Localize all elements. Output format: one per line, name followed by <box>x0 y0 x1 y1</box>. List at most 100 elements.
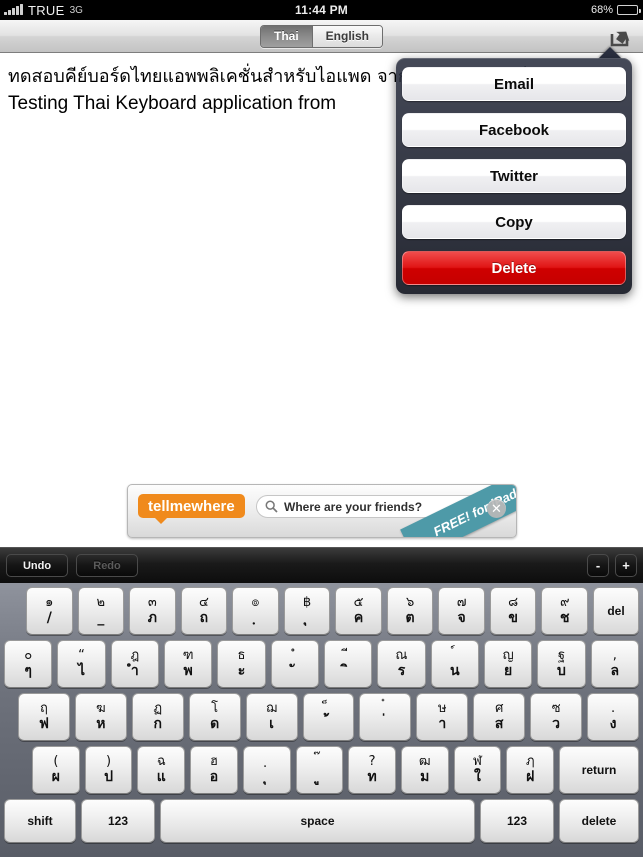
key-top-label: ๑ <box>45 595 54 610</box>
key-row2-6[interactable]: ี ิ <box>323 640 373 688</box>
key-shift[interactable]: shift <box>4 799 76 843</box>
key-bottom-label: ป <box>104 769 113 785</box>
key-top-label: ๒ <box>96 595 106 610</box>
key-row1-8[interactable]: ๗ จ <box>438 587 485 635</box>
key-row3-7[interactable]: ษ า <box>416 693 469 741</box>
key-row3-0[interactable]: ฤ ฟ <box>18 693 70 741</box>
key-row1-2[interactable]: ๓ ภ <box>129 587 176 635</box>
key-row2-5[interactable]: ํ ั <box>270 640 319 688</box>
key-row3-4[interactable]: ฌ เ <box>245 693 298 741</box>
key-top-label: ฆ <box>96 701 106 716</box>
key-row1-4[interactable]: ๏ ฺ <box>232 587 279 635</box>
keyboard-row-3: ฤ ฟ ฆ ห ฏ ก โ ด ฌ เ ็ ้ <box>4 693 639 741</box>
key-row3-1[interactable]: ฆ ห <box>74 693 127 741</box>
key-space[interactable]: space <box>160 799 475 843</box>
font-increase-button[interactable]: + <box>615 554 637 577</box>
key-row3-2[interactable]: ฏ ก <box>131 693 184 741</box>
segment-english[interactable]: English <box>311 25 382 47</box>
key-row2-3[interactable]: ฑ พ <box>163 640 213 688</box>
key-top-label: โ <box>211 701 219 716</box>
key-bottom-label: บ <box>557 663 566 679</box>
key-bottom-label: ม <box>420 769 430 785</box>
ad-brand-part1: tell <box>148 497 170 515</box>
key-row4-1[interactable]: ) ป <box>84 746 133 794</box>
key-bottom-label: จ <box>457 610 466 626</box>
key-row2-7[interactable]: ณ ร <box>377 640 426 688</box>
key-bottom-label: / <box>46 610 52 626</box>
key-row4-3[interactable]: ฮ อ <box>190 746 238 794</box>
key-top-label: , <box>612 648 617 663</box>
action-email-button[interactable]: Email <box>402 67 626 101</box>
action-copy-button[interactable]: Copy <box>402 205 626 239</box>
key-row1-10[interactable]: ๙ ช <box>541 587 589 635</box>
ad-close-button[interactable]: ✕ <box>487 499 506 518</box>
key-row2-0[interactable]: ๐ ๆ <box>4 640 53 688</box>
key-top-label: ฿ <box>302 595 312 610</box>
action-facebook-button[interactable]: Facebook <box>402 113 626 147</box>
key-top-label: ? <box>368 754 376 769</box>
key-row2-8[interactable]: ์ น <box>430 640 479 688</box>
segment-thai[interactable]: Thai <box>260 25 312 47</box>
keyboard-row-1: ๑ / ๒ _ ๓ ภ ๔ ถ ๏ ฺ ฿ ุ <box>4 587 640 635</box>
key-row3-8[interactable]: ศ ส <box>473 693 526 741</box>
key-bottom-label: ะ <box>237 663 246 679</box>
key-bottom-label: า <box>438 716 447 732</box>
key-row4-6[interactable]: ? ท <box>348 746 396 794</box>
key-row2-9[interactable]: ญ ย <box>483 640 533 688</box>
key-bottom-label: ง <box>609 716 617 732</box>
key-row4-5[interactable]: ๊ ู <box>295 746 344 794</box>
key-row2-10[interactable]: ฐ บ <box>537 640 586 688</box>
ad-brand-logo[interactable]: tell me where <box>138 494 245 524</box>
action-twitter-button[interactable]: Twitter <box>402 159 626 193</box>
redo-button[interactable]: Redo <box>76 554 138 577</box>
font-decrease-button[interactable]: - <box>587 554 609 577</box>
key-row4-7[interactable]: ฒ ม <box>400 746 449 794</box>
share-button[interactable] <box>605 23 637 50</box>
key-row2-1[interactable]: “ ไ <box>57 640 106 688</box>
key-numeric-right[interactable]: 123 <box>480 799 554 843</box>
key-row1-3[interactable]: ๔ ถ <box>180 587 228 635</box>
key-top-label: ) <box>106 754 112 769</box>
key-numeric-left[interactable]: 123 <box>81 799 155 843</box>
key-row3-10[interactable]: . ง <box>587 693 639 741</box>
key-row4-0[interactable]: ( ผ <box>32 746 80 794</box>
key-row3-5[interactable]: ็ ้ <box>302 693 355 741</box>
key-top-label: ฐ <box>557 648 566 663</box>
key-row3-9[interactable]: ซ ว <box>530 693 583 741</box>
key-bottom-label: ฟ <box>38 716 49 732</box>
language-segmented-control[interactable]: Thai English <box>259 24 383 48</box>
undo-button[interactable]: Undo <box>6 554 68 577</box>
key-top-label: ๙ <box>559 595 570 610</box>
key-row1-7[interactable]: ๖ ต <box>386 587 434 635</box>
key-row2-2[interactable]: ฎ ำ <box>110 640 159 688</box>
key-bottom-label: เ <box>269 716 274 732</box>
key-row1-0[interactable]: ๑ / <box>26 587 73 635</box>
keyboard-row-4: ( ผ ) ป ฉ แ ฮ อ ฺ ุ ๊ ู <box>4 746 640 794</box>
ad-brand-part3: where <box>191 497 235 515</box>
key-row3-3[interactable]: โ ด <box>188 693 241 741</box>
key-top-label: ฌ <box>266 701 278 716</box>
ad-banner[interactable]: tell me where Where are your friends? FREE… <box>127 484 517 538</box>
key-top-label: ณ <box>395 648 408 663</box>
key-delete[interactable]: delete <box>559 799 639 843</box>
key-delete-small[interactable]: del <box>593 587 640 635</box>
key-row4-8[interactable]: ฬ ใ <box>453 746 502 794</box>
key-row2-4[interactable]: ธ ะ <box>217 640 266 688</box>
key-return[interactable]: return <box>559 746 640 794</box>
key-row1-9[interactable]: ๘ ข <box>489 587 537 635</box>
key-row2-11[interactable]: , ล <box>590 640 639 688</box>
key-row1-1[interactable]: ๒ _ <box>77 587 125 635</box>
key-row4-2[interactable]: ฉ แ <box>137 746 186 794</box>
key-row4-4[interactable]: ฺ ุ <box>242 746 291 794</box>
action-delete-button[interactable]: Delete <box>402 251 626 285</box>
key-bottom-label: ด <box>210 716 220 732</box>
key-row4-9[interactable]: ฦ ฝ <box>506 746 555 794</box>
key-top-label: ๓ <box>147 595 157 610</box>
key-row1-6[interactable]: ๕ ค <box>335 587 382 635</box>
status-bar: TRUE 3G 11:44 PM 68% <box>0 0 643 20</box>
key-top-label: ( <box>53 754 59 769</box>
key-top-label: ญ <box>502 648 514 663</box>
key-row1-5[interactable]: ฿ ุ <box>283 587 331 635</box>
key-row3-6[interactable]: ๋ ่ <box>359 693 412 741</box>
key-top-label: ๗ <box>456 595 467 610</box>
